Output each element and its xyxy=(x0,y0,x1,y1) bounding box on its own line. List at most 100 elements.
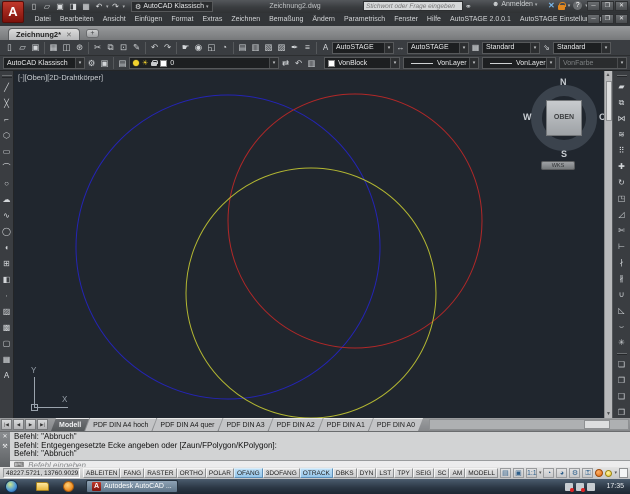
tab-pdf-din-a4-quer[interactable]: PDF DIN A4 quer xyxy=(152,418,222,431)
workspace-save-icon[interactable]: ▣ xyxy=(98,57,111,70)
point-icon[interactable]: ∙ xyxy=(0,288,13,304)
chevron-down-icon[interactable]: ▾ xyxy=(568,3,571,9)
status-toggle[interactable]: FANG xyxy=(120,468,144,478)
tab-modell[interactable]: Modell xyxy=(51,418,89,431)
menu-zeichnen[interactable]: Zeichnen xyxy=(227,13,265,26)
extend-icon[interactable]: ⊢ xyxy=(615,239,628,255)
open-icon[interactable]: ▱ xyxy=(41,1,53,12)
chevron-down-icon[interactable]: ▾ xyxy=(390,58,399,68)
chevron-down-icon[interactable]: ▾ xyxy=(469,58,478,68)
dim-style-dropdown[interactable]: AutoSTAGE ▾ xyxy=(407,42,469,54)
toolbar-lock-icon[interactable]: ⚿ xyxy=(582,468,593,478)
taskbar-clock[interactable]: 17:35 xyxy=(606,483,624,490)
array-icon[interactable]: ⠿ xyxy=(615,143,628,159)
horizontal-scroll-thumb[interactable] xyxy=(584,420,610,429)
status-toggle[interactable]: POLAR xyxy=(206,468,234,478)
viewport-controls[interactable]: [-][Oben][2D-Drahtkörper] xyxy=(18,73,103,82)
erase-icon[interactable]: ▰ xyxy=(615,79,628,95)
paste-icon[interactable]: ⊡ xyxy=(117,41,130,54)
copy-clip-icon[interactable]: ⧉ xyxy=(104,41,117,54)
layer-previous-icon[interactable]: ↶ xyxy=(292,57,305,70)
multiline-text-icon[interactable]: A xyxy=(0,368,13,384)
file-tab-zeichnung2[interactable]: Zeichnung2* ✕ xyxy=(8,28,80,40)
match-properties-icon[interactable]: ✎ xyxy=(130,41,143,54)
tab-pdf-din-a1[interactable]: PDF DIN A1 xyxy=(319,418,373,431)
chevron-down-icon[interactable]: ▾ xyxy=(546,58,555,68)
viewcube-south[interactable]: S xyxy=(561,149,567,159)
status-toggle[interactable]: SC xyxy=(434,468,449,478)
sheet-set-manager-icon[interactable]: ▨ xyxy=(275,41,288,54)
circle-yellow[interactable] xyxy=(186,168,436,418)
quick-view-drawings-icon[interactable]: ▣ xyxy=(513,468,524,478)
spline-icon[interactable]: ∿ xyxy=(0,208,13,224)
redo-icon[interactable]: ↷ xyxy=(161,41,174,54)
status-toggle[interactable]: OTRACK xyxy=(300,468,333,478)
tool-palettes-icon[interactable]: ▧ xyxy=(262,41,275,54)
layer-color-swatch[interactable] xyxy=(160,60,167,67)
toolbar-grip[interactable] xyxy=(617,75,627,77)
clean-screen-icon[interactable] xyxy=(619,468,628,478)
layer-thaw-icon[interactable]: ☀ xyxy=(142,60,148,67)
chevron-down-icon[interactable]: ▾ xyxy=(601,43,610,53)
annotation-scale-icon[interactable]: 1:1 xyxy=(526,468,537,478)
last-layout-icon[interactable]: ▶| xyxy=(37,419,48,430)
open-icon[interactable]: ▱ xyxy=(16,41,29,54)
gradient-icon[interactable]: ▩ xyxy=(0,320,13,336)
fillet-icon[interactable]: ⌣ xyxy=(615,319,628,335)
table-style-dropdown[interactable]: Standard ▾ xyxy=(482,42,540,54)
markup-icon[interactable]: ✒ xyxy=(288,41,301,54)
chevron-down-icon[interactable]: ▾ xyxy=(269,58,278,68)
tab-pdf-din-a0[interactable]: PDF DIN A0 xyxy=(369,418,423,431)
chevron-down-icon[interactable]: ▾ xyxy=(384,43,393,53)
save-icon[interactable]: ▣ xyxy=(29,41,42,54)
make-layer-current-icon[interactable]: ⇄ xyxy=(279,57,292,70)
construction-line-icon[interactable]: ╳ xyxy=(0,96,13,112)
tab-pdf-din-a2[interactable]: PDF DIN A2 xyxy=(269,418,323,431)
first-layout-icon[interactable]: |◀ xyxy=(1,419,12,430)
layer-lock-icon[interactable] xyxy=(151,62,157,66)
quickcalc-icon[interactable]: ≡ xyxy=(301,41,314,54)
search-input[interactable] xyxy=(363,1,463,11)
quick-view-layouts-icon[interactable]: ▤ xyxy=(500,468,511,478)
tray-icon[interactable] xyxy=(565,483,573,491)
hatch-icon[interactable]: ▨ xyxy=(0,304,13,320)
doc-close-button[interactable]: ✕ xyxy=(615,14,628,24)
break-at-point-icon[interactable]: ∤ xyxy=(615,255,628,271)
sign-in-control[interactable]: ☻ Anmelden ▾ xyxy=(492,1,537,8)
model-space-button[interactable]: MODELL xyxy=(465,468,498,478)
coordinates-readout[interactable]: 48227.5721, 13760.9029, 0.0000 xyxy=(3,468,80,478)
restore-button[interactable]: ❐ xyxy=(601,1,614,11)
trim-icon[interactable]: ✄ xyxy=(615,223,628,239)
cut-icon[interactable]: ✂ xyxy=(91,41,104,54)
isolate-objects-icon[interactable] xyxy=(605,470,612,477)
table-icon[interactable]: ▦ xyxy=(0,352,13,368)
color-dropdown[interactable]: VonBlock ▾ xyxy=(324,57,400,69)
send-to-back-icon[interactable]: ❐ xyxy=(615,373,628,389)
search-icon[interactable]: ⚭ xyxy=(465,2,472,11)
doc-restore-button[interactable]: ❐ xyxy=(601,14,614,24)
menu-datei[interactable]: Datei xyxy=(30,13,55,26)
menu-hilfe[interactable]: Hilfe xyxy=(422,13,445,26)
ellipse-icon[interactable]: ◯ xyxy=(0,224,13,240)
rotate-icon[interactable]: ↻ xyxy=(615,175,628,191)
exchange-apps-icon[interactable]: ✕ xyxy=(548,1,555,10)
menu-bearbeiten[interactable]: Bearbeiten xyxy=(55,13,98,26)
close-icon[interactable]: ✕ xyxy=(66,31,72,39)
status-toggle[interactable]: TPY xyxy=(394,468,413,478)
status-toggle[interactable]: RASTER xyxy=(144,468,176,478)
plot-preview-icon[interactable]: ◫ xyxy=(60,41,73,54)
drawing-canvas[interactable]: [-][Oben][2D-Drahtkörper] N W O S OBEN W… xyxy=(14,71,604,418)
application-menu-button[interactable]: A xyxy=(2,1,24,23)
mleader-style-dropdown[interactable]: Standard ▾ xyxy=(553,42,611,54)
status-toggle[interactable]: LST xyxy=(376,468,394,478)
command-history[interactable]: Befehl: "Abbruch" Befehl: Entgegengesetz… xyxy=(10,432,630,460)
linetype-dropdown[interactable]: VonLayer ▾ xyxy=(403,57,479,69)
save-as-icon[interactable]: ◨ xyxy=(67,1,79,12)
revision-cloud-icon[interactable]: ☁ xyxy=(0,192,13,208)
stretch-icon[interactable]: ◿ xyxy=(615,207,628,223)
toolbar-grip[interactable] xyxy=(617,353,627,355)
explode-icon[interactable]: ✳ xyxy=(615,335,628,351)
region-icon[interactable]: ▢ xyxy=(0,336,13,352)
next-layout-icon[interactable]: ▶ xyxy=(25,419,36,430)
text-style-dropdown[interactable]: AutoSTAGE ▾ xyxy=(332,42,394,54)
